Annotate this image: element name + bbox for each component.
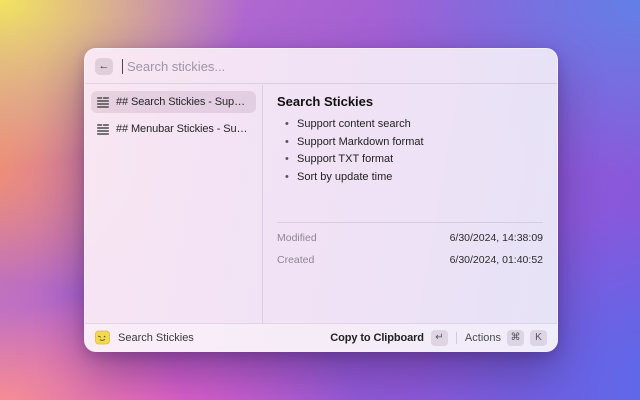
sticky-note-icon [95, 330, 110, 345]
list-item-search-stickies[interactable]: ## Search Stickies - Support ... [91, 91, 256, 113]
copy-to-clipboard-button[interactable]: Copy to Clipboard ↵ [330, 330, 448, 346]
list-item-label: ## Menubar Stickies - Support... [116, 123, 250, 135]
metadata-row-modified: Modified 6/30/2024, 14:38:09 [277, 232, 543, 244]
detail-panel: Search Stickies Support content search S… [263, 85, 557, 323]
command-keycap: ⌘ [507, 330, 524, 346]
enter-keycap: ↵ [431, 330, 448, 346]
text-lines-icon [97, 123, 109, 135]
app-name: Search Stickies [118, 332, 194, 344]
text-lines-icon [97, 96, 109, 108]
footer-actions: Copy to Clipboard ↵ Actions ⌘ K [330, 330, 547, 346]
search-bar: ← [85, 49, 557, 84]
back-button[interactable]: ← [95, 58, 113, 75]
actions-button[interactable]: Actions ⌘ K [465, 330, 547, 346]
bullet-item: Support Markdown format [277, 137, 543, 148]
text-caret [122, 59, 123, 74]
arrow-left-icon: ← [99, 61, 110, 72]
search-input[interactable] [127, 59, 547, 74]
metadata-label: Modified [277, 232, 317, 244]
copy-to-clipboard-label: Copy to Clipboard [330, 332, 424, 344]
list-item-menubar-stickies[interactable]: ## Menubar Stickies - Support... [91, 118, 256, 140]
results-list: ## Search Stickies - Support ... [85, 85, 263, 323]
actions-label: Actions [465, 332, 501, 344]
desktop-background: ← [0, 0, 640, 400]
metadata-value: 6/30/2024, 14:38:09 [450, 232, 543, 244]
metadata-value: 6/30/2024, 01:40:52 [450, 254, 543, 266]
footer-bar: Search Stickies Copy to Clipboard ↵ Acti… [85, 323, 557, 351]
k-keycap: K [530, 330, 547, 346]
bullet-list: Support content search Support Markdown … [277, 119, 543, 183]
launcher-window: ← [84, 48, 558, 352]
bullet-item: Sort by update time [277, 172, 543, 183]
metadata-label: Created [277, 254, 314, 266]
content-area: ## Search Stickies - Support ... [85, 85, 557, 323]
bullet-item: Support TXT format [277, 154, 543, 165]
footer-app: Search Stickies [95, 330, 194, 345]
list-item-label: ## Search Stickies - Support ... [116, 96, 250, 108]
metadata-row-created: Created 6/30/2024, 01:40:52 [277, 254, 543, 266]
bullet-item: Support content search [277, 119, 543, 130]
note-title: Search Stickies [277, 94, 543, 109]
metadata-section: Modified 6/30/2024, 14:38:09 Created 6/3… [277, 222, 543, 266]
footer-separator [456, 332, 457, 344]
